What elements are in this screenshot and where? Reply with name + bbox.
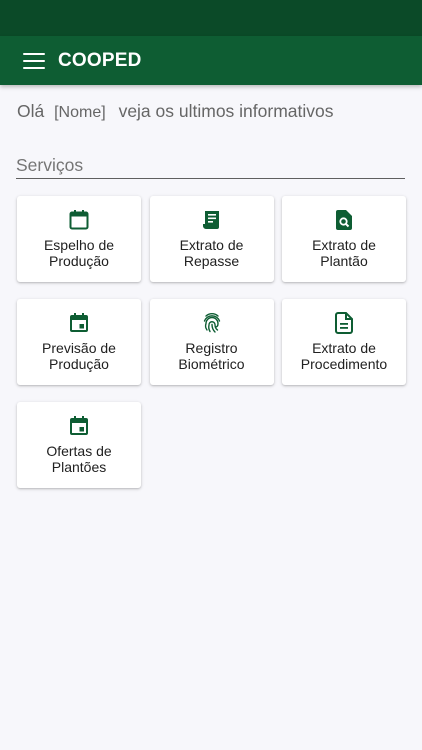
greeting-hello: Olá <box>17 101 45 121</box>
calendar-event-icon <box>70 416 88 435</box>
card-extrato-repasse[interactable]: Extrato de Repasse <box>149 196 274 282</box>
greeting-suffix: veja os ultimos informativos <box>118 101 334 121</box>
services-grid: Espelho de Produção Extrato de Repasse E… <box>17 196 406 488</box>
user-name: [Nome] <box>54 104 106 121</box>
greeting: Olá [Nome] veja os ultimos informativos <box>17 101 412 122</box>
fingerprint-icon <box>203 313 220 333</box>
receipt-icon <box>202 211 219 229</box>
card-label: Registro Biométrico <box>178 340 245 372</box>
card-registro-biometrico[interactable]: Registro Biométrico <box>149 299 274 385</box>
card-label: Previsão de Produção <box>42 340 116 372</box>
card-espelho-producao[interactable]: Espelho de Produção <box>17 196 141 282</box>
services-title: Serviços <box>16 155 405 179</box>
card-label: Espelho de Produção <box>43 237 115 269</box>
card-label: Extrato de Plantão <box>312 237 376 269</box>
calendar-event-icon <box>70 313 88 332</box>
card-previsao-producao[interactable]: Previsão de Produção <box>17 299 141 385</box>
card-label: Extrato de Procedimento <box>300 340 388 372</box>
card-label: Ofertas de Plantões <box>46 443 112 475</box>
menu-icon[interactable] <box>23 52 45 69</box>
calendar-outline-icon <box>69 210 89 230</box>
card-ofertas-plantoes[interactable]: Ofertas de Plantões <box>17 402 141 488</box>
app-title: COOPED <box>58 49 142 71</box>
file-search-icon <box>336 210 352 230</box>
document-icon <box>335 312 353 334</box>
card-extrato-procedimento[interactable]: Extrato de Procedimento <box>282 299 406 385</box>
app-bar: COOPED <box>0 36 422 85</box>
status-bar <box>0 0 422 36</box>
card-label: Extrato de Repasse <box>179 237 244 269</box>
card-extrato-plantao[interactable]: Extrato de Plantão <box>282 196 406 282</box>
